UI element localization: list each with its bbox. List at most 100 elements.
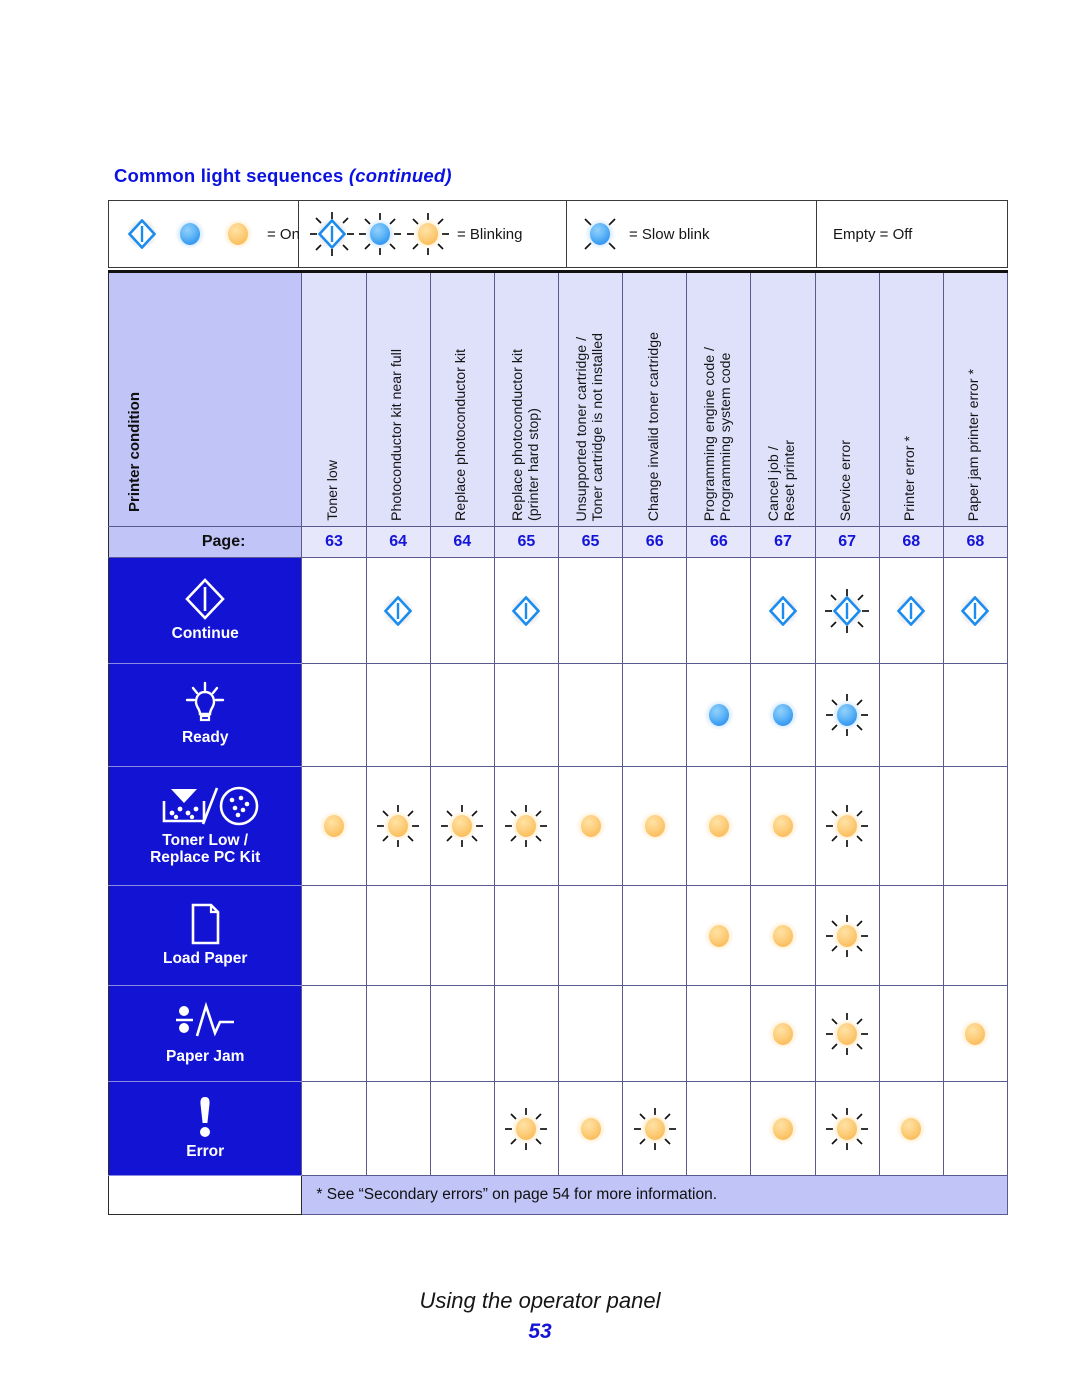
state-cell bbox=[878, 557, 944, 664]
legend-slow-blink-label: = Slow blink bbox=[629, 225, 710, 243]
footer-section-title: Using the operator panel bbox=[419, 1288, 661, 1313]
amber-blinking-icon bbox=[407, 213, 449, 255]
state-cell bbox=[622, 663, 688, 767]
legend-on: = On bbox=[109, 201, 300, 267]
state-cell bbox=[301, 766, 367, 886]
legend-slow-blink-icons bbox=[583, 217, 617, 251]
state-cell bbox=[429, 1081, 495, 1176]
legend-slow-blink: = Slow blink bbox=[567, 201, 817, 267]
table-row: Ready bbox=[107, 663, 1009, 767]
state-cell bbox=[686, 1081, 752, 1176]
page-title-continued: (continued) bbox=[348, 165, 452, 186]
table-header-row: Printer condition Toner low Photoconduct… bbox=[107, 270, 1009, 527]
column-header: Toner low bbox=[301, 270, 367, 527]
page-cell: 63 bbox=[301, 526, 367, 558]
continue-blinking-icon bbox=[310, 212, 354, 256]
condition-label: Error bbox=[186, 1142, 225, 1160]
column-header: Printer error * bbox=[878, 270, 944, 527]
state-cell bbox=[686, 985, 752, 1082]
state-cell bbox=[942, 985, 1009, 1082]
state-cell bbox=[814, 557, 880, 664]
table-row: Error bbox=[107, 1081, 1009, 1176]
page-cell: 65 bbox=[493, 526, 559, 558]
table-row: Load Paper bbox=[107, 885, 1009, 986]
state-cell bbox=[750, 557, 816, 664]
state-cell bbox=[686, 557, 752, 664]
legend-blinking-label: = Blinking bbox=[457, 225, 523, 243]
state-cell bbox=[365, 985, 431, 1082]
state-cell bbox=[622, 1081, 688, 1176]
state-cell bbox=[686, 885, 752, 986]
state-cell bbox=[750, 663, 816, 767]
state-cell bbox=[557, 885, 624, 986]
state-cell bbox=[622, 766, 688, 886]
column-header: Programming engine code / Programming sy… bbox=[686, 270, 752, 527]
state-cell bbox=[365, 1081, 431, 1176]
page-cell: 68 bbox=[942, 526, 1009, 558]
state-cell bbox=[301, 885, 367, 986]
state-cell bbox=[301, 557, 367, 664]
page-cell: 65 bbox=[557, 526, 624, 558]
legend-on-label: = On bbox=[267, 225, 300, 243]
state-cell bbox=[429, 766, 495, 886]
state-cell bbox=[814, 885, 880, 986]
footnote-text: * See “Secondary errors” on page 54 for … bbox=[301, 1175, 1008, 1215]
state-cell bbox=[365, 885, 431, 986]
state-cell bbox=[429, 885, 495, 986]
page-title: Common light sequences (continued) bbox=[114, 165, 452, 187]
state-cell bbox=[365, 557, 431, 664]
state-cell bbox=[622, 985, 688, 1082]
state-cell bbox=[814, 985, 880, 1082]
condition-label: Load Paper bbox=[163, 949, 248, 967]
state-cell bbox=[686, 663, 752, 767]
legend-blinking: = Blinking bbox=[299, 201, 567, 267]
condition-error: Error bbox=[107, 1081, 303, 1176]
table-row: Continue bbox=[107, 557, 1009, 664]
state-cell bbox=[750, 766, 816, 886]
page-cell: 64 bbox=[429, 526, 495, 558]
legend-off: Empty = Off bbox=[817, 201, 1007, 267]
condition-load-paper: Load Paper bbox=[107, 885, 303, 986]
column-header: Photoconductor kit near full bbox=[365, 270, 431, 527]
printer-condition-header: Printer condition bbox=[107, 270, 303, 527]
state-cell bbox=[557, 663, 624, 767]
condition-label: Ready bbox=[181, 729, 229, 747]
condition-continue: Continue bbox=[107, 557, 303, 664]
column-header: Cancel job / Reset printer bbox=[750, 270, 816, 527]
page-cell: 64 bbox=[365, 526, 431, 558]
manual-page: Common light sequences (continued) = On … bbox=[0, 0, 1080, 1397]
condition-toner-low: Toner Low / Replace PC Kit bbox=[107, 766, 303, 886]
page-title-main: Common light sequences bbox=[114, 165, 344, 186]
state-cell bbox=[557, 1081, 624, 1176]
footer-page-number: 53 bbox=[528, 1320, 552, 1343]
page-label: Page: bbox=[107, 526, 303, 558]
state-cell bbox=[622, 557, 688, 664]
state-cell bbox=[878, 1081, 944, 1176]
paper-jam-icon bbox=[109, 1000, 301, 1044]
ready-lamp-icon bbox=[109, 681, 301, 725]
state-cell bbox=[493, 1081, 559, 1176]
column-header: Replace photoconductor kit bbox=[429, 270, 495, 527]
state-cell bbox=[429, 663, 495, 767]
state-cell bbox=[622, 885, 688, 986]
page-cell: 66 bbox=[622, 526, 688, 558]
ready-blinking-icon bbox=[359, 213, 401, 255]
state-cell bbox=[301, 985, 367, 1082]
state-cell bbox=[750, 1081, 816, 1176]
state-cell bbox=[942, 766, 1009, 886]
page-cell: 67 bbox=[750, 526, 816, 558]
state-cell bbox=[493, 557, 559, 664]
state-cell bbox=[878, 663, 944, 767]
light-sequence-table: Printer condition Toner low Photoconduct… bbox=[107, 270, 1009, 1215]
condition-label: Paper Jam bbox=[166, 1047, 245, 1065]
state-cell bbox=[750, 885, 816, 986]
state-cell bbox=[493, 985, 559, 1082]
column-header: Replace photoconductor kit (printer hard… bbox=[493, 270, 559, 527]
column-header: Unsupported toner cartridge / Toner cart… bbox=[557, 270, 624, 527]
state-cell bbox=[750, 985, 816, 1082]
column-header: Change invalid toner cartridge bbox=[622, 270, 688, 527]
state-cell bbox=[686, 766, 752, 886]
error-exclamation-icon bbox=[109, 1095, 301, 1139]
state-cell bbox=[557, 557, 624, 664]
legend-on-icons bbox=[125, 217, 255, 251]
